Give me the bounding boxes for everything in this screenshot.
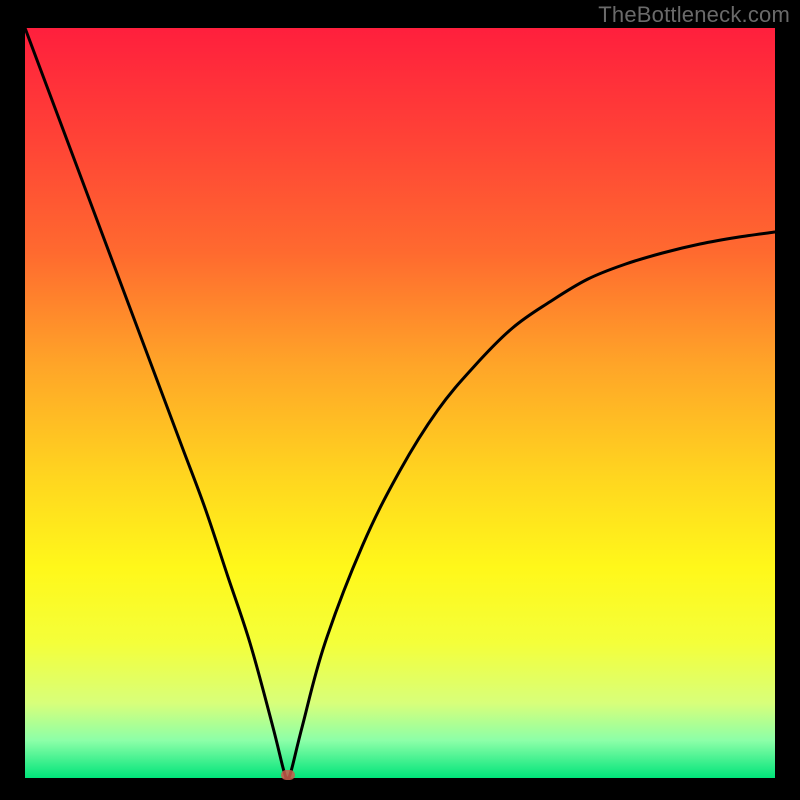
watermark-label: TheBottleneck.com bbox=[598, 2, 790, 28]
gradient-background bbox=[25, 28, 775, 778]
optimal-point-marker bbox=[281, 770, 295, 780]
chart-svg bbox=[25, 28, 775, 778]
chart-frame: TheBottleneck.com bbox=[0, 0, 800, 800]
plot-area bbox=[25, 28, 775, 778]
